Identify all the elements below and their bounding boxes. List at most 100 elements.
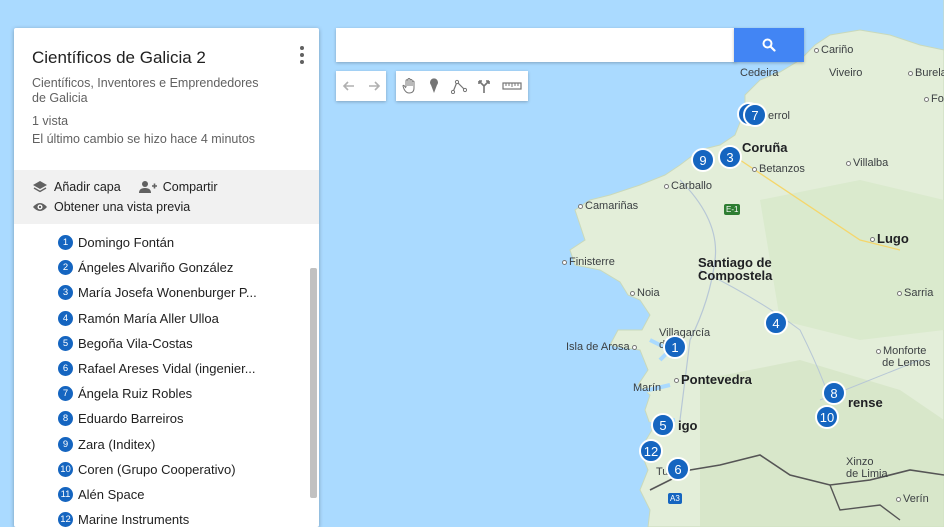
list-item[interactable]: 7 Ángela Ruiz Robles (58, 381, 319, 406)
add-layer-button[interactable]: Añadir capa (32, 180, 121, 194)
view-count: 1 vista (32, 114, 69, 128)
place-carino: Cariño (814, 44, 853, 56)
map-marker-12[interactable]: 12 (639, 439, 663, 463)
list-item-label: María Josefa Wonenburger P... (78, 285, 257, 301)
map-marker-1[interactable]: 1 (663, 335, 687, 359)
place-sarria: Sarria (897, 287, 933, 299)
search-input[interactable] (336, 28, 736, 62)
place-viveiro: Viveiro (829, 67, 863, 79)
list-item[interactable]: 4 Ramón María Aller Ulloa (58, 306, 319, 331)
list-item[interactable]: 12 Marine Instruments (58, 507, 319, 527)
map-marker-3[interactable]: 3 (718, 145, 742, 169)
undo-button[interactable] (336, 71, 361, 101)
add-marker-button[interactable] (421, 71, 446, 101)
undo-icon (342, 81, 354, 91)
select-tool-button[interactable] (396, 71, 421, 101)
place-verin: Verín (896, 493, 929, 505)
preview-button[interactable]: Obtener una vista previa (32, 200, 190, 214)
preview-label: Obtener una vista previa (54, 200, 191, 214)
place-xinzo: Xinzo de Limia (846, 456, 888, 480)
map-marker-8[interactable]: 8 (822, 381, 846, 405)
place-santiago: Santiago de Compostela (698, 255, 773, 283)
map-title[interactable]: Científicos de Galicia 2 (32, 48, 301, 68)
place-ourense: rense (848, 395, 883, 410)
places-list: 1 Domingo Fontán 2 Ángeles Alvariño Gonzál… (14, 224, 319, 527)
marker-number-badge: 12 (58, 512, 73, 527)
list-item-label: Marine Instruments (78, 512, 190, 527)
marker-number-badge: 5 (58, 335, 73, 351)
layers-icon (33, 181, 47, 193)
place-burela: Burela (908, 67, 944, 79)
map-marker-9[interactable]: 9 (691, 148, 715, 172)
map-marker-4[interactable]: 4 (764, 311, 788, 335)
ruler-icon (502, 82, 522, 90)
marker-number-badge: 3 (58, 285, 73, 301)
place-marin: Marín (633, 382, 662, 394)
place-fo: Fo (924, 93, 944, 105)
road-a3: A3 (668, 493, 682, 504)
list-item-label: Alén Space (78, 486, 145, 502)
search-button[interactable] (734, 28, 804, 62)
place-noia: Noia (630, 287, 660, 299)
place-ferrol: errol (768, 110, 791, 122)
place-cedeira: Cedeira (740, 67, 779, 79)
marker-number-badge: 9 (58, 436, 73, 452)
eye-icon (33, 203, 47, 211)
list-item-label: Domingo Fontán (78, 235, 175, 251)
marker-number-badge: 11 (58, 486, 73, 502)
place-villalba: Villalba (846, 157, 888, 169)
list-item-label: Coren (Grupo Cooperativo) (78, 461, 236, 477)
list-item[interactable]: 9 Zara (Inditex) (58, 432, 319, 457)
map-marker-5[interactable]: 5 (651, 413, 675, 437)
marker-number-badge: 8 (58, 411, 73, 427)
place-monforte: Monforte de Lemos (876, 345, 930, 369)
add-layer-label: Añadir capa (54, 180, 121, 194)
directions-button[interactable] (471, 71, 496, 101)
panel-header: Científicos de Galicia 2 Científicos, In… (14, 28, 319, 156)
share-button[interactable]: Compartir (138, 180, 218, 194)
place-coruna: Coruña (742, 140, 788, 155)
list-item[interactable]: 3 María Josefa Wonenburger P... (58, 280, 319, 305)
draw-line-button[interactable] (446, 71, 471, 101)
marker-number-badge: 10 (58, 461, 73, 477)
place-pontevedra: Pontevedra (674, 372, 752, 387)
marker-number-badge: 6 (58, 361, 73, 377)
map-marker-10[interactable]: 10 (815, 405, 839, 429)
redo-button[interactable] (361, 71, 386, 101)
layer-panel: Científicos de Galicia 2 Científicos, In… (14, 28, 319, 527)
place-isla-de-arosa: Isla de Arosa (566, 341, 639, 353)
panel-scrollbar[interactable] (310, 268, 317, 498)
draw-line-icon (450, 79, 467, 94)
map-marker-6[interactable]: 6 (666, 457, 690, 481)
marker-number-badge: 7 (58, 386, 73, 402)
directions-icon (477, 80, 490, 93)
list-item[interactable]: 10 Coren (Grupo Cooperativo) (58, 457, 319, 482)
measure-button[interactable] (496, 71, 528, 101)
search-icon (762, 38, 776, 52)
place-vigo: igo (678, 418, 698, 433)
list-item-label: Eduardo Barreiros (78, 411, 184, 427)
place-finisterre: Finisterre (562, 256, 615, 268)
list-item[interactable]: 8 Eduardo Barreiros (58, 406, 319, 431)
map-marker-7[interactable]: 7 (743, 103, 767, 127)
place-camarinas: Camariñas (578, 200, 638, 212)
list-item[interactable]: 11 Alén Space (58, 482, 319, 507)
marker-icon (429, 78, 438, 93)
map-description[interactable]: Científicos, Inventores e Emprendedores … (32, 76, 301, 106)
list-item[interactable]: 2 Ángeles Alvariño González (58, 255, 319, 280)
list-item[interactable]: 1 Domingo Fontán (58, 230, 319, 255)
more-options-icon[interactable] (299, 46, 305, 66)
hand-icon (401, 78, 414, 94)
list-item[interactable]: 5 Begoña Vila-Costas (58, 331, 319, 356)
list-item-label: Ángela Ruiz Robles (78, 386, 193, 402)
marker-number-badge: 4 (58, 310, 73, 326)
place-betanzos: Betanzos (752, 163, 805, 175)
undo-redo-group (336, 71, 386, 101)
list-item-label: Ramón María Aller Ulloa (78, 310, 219, 326)
list-item-label: Ángeles Alvariño González (78, 260, 234, 276)
list-item[interactable]: 6 Rafael Areses Vidal (ingenier... (58, 356, 319, 381)
list-item-label: Zara (Inditex) (78, 436, 156, 452)
add-person-icon (138, 181, 157, 193)
last-change-text: El último cambio se hizo hace 4 minutos (32, 132, 256, 146)
share-label: Compartir (162, 180, 218, 194)
